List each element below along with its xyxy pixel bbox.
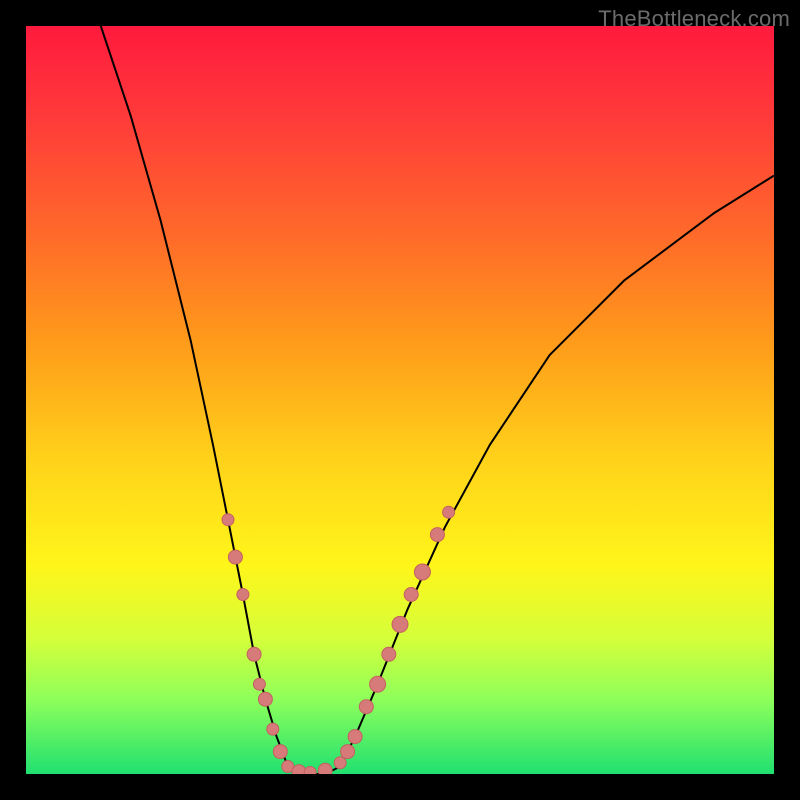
data-marker	[404, 588, 418, 602]
marker-group	[222, 506, 455, 774]
data-marker	[237, 589, 249, 601]
watermark-text: TheBottleneck.com	[598, 6, 790, 32]
data-marker	[228, 550, 242, 564]
outer-frame: TheBottleneck.com	[0, 0, 800, 800]
data-marker	[253, 678, 265, 690]
data-marker	[273, 745, 287, 759]
data-marker	[267, 723, 279, 735]
data-marker	[443, 506, 455, 518]
data-marker	[318, 763, 332, 774]
chart-overlay	[26, 26, 774, 774]
data-marker	[382, 647, 396, 661]
data-marker	[370, 676, 386, 692]
data-marker	[359, 700, 373, 714]
data-marker	[392, 616, 408, 632]
data-marker	[341, 745, 355, 759]
data-marker	[348, 730, 362, 744]
bottleneck-curve	[101, 26, 774, 774]
data-marker	[430, 528, 444, 542]
data-marker	[258, 692, 272, 706]
data-marker	[247, 647, 261, 661]
data-marker	[304, 767, 316, 775]
data-marker	[222, 514, 234, 526]
data-marker	[414, 564, 430, 580]
data-marker	[334, 757, 346, 769]
